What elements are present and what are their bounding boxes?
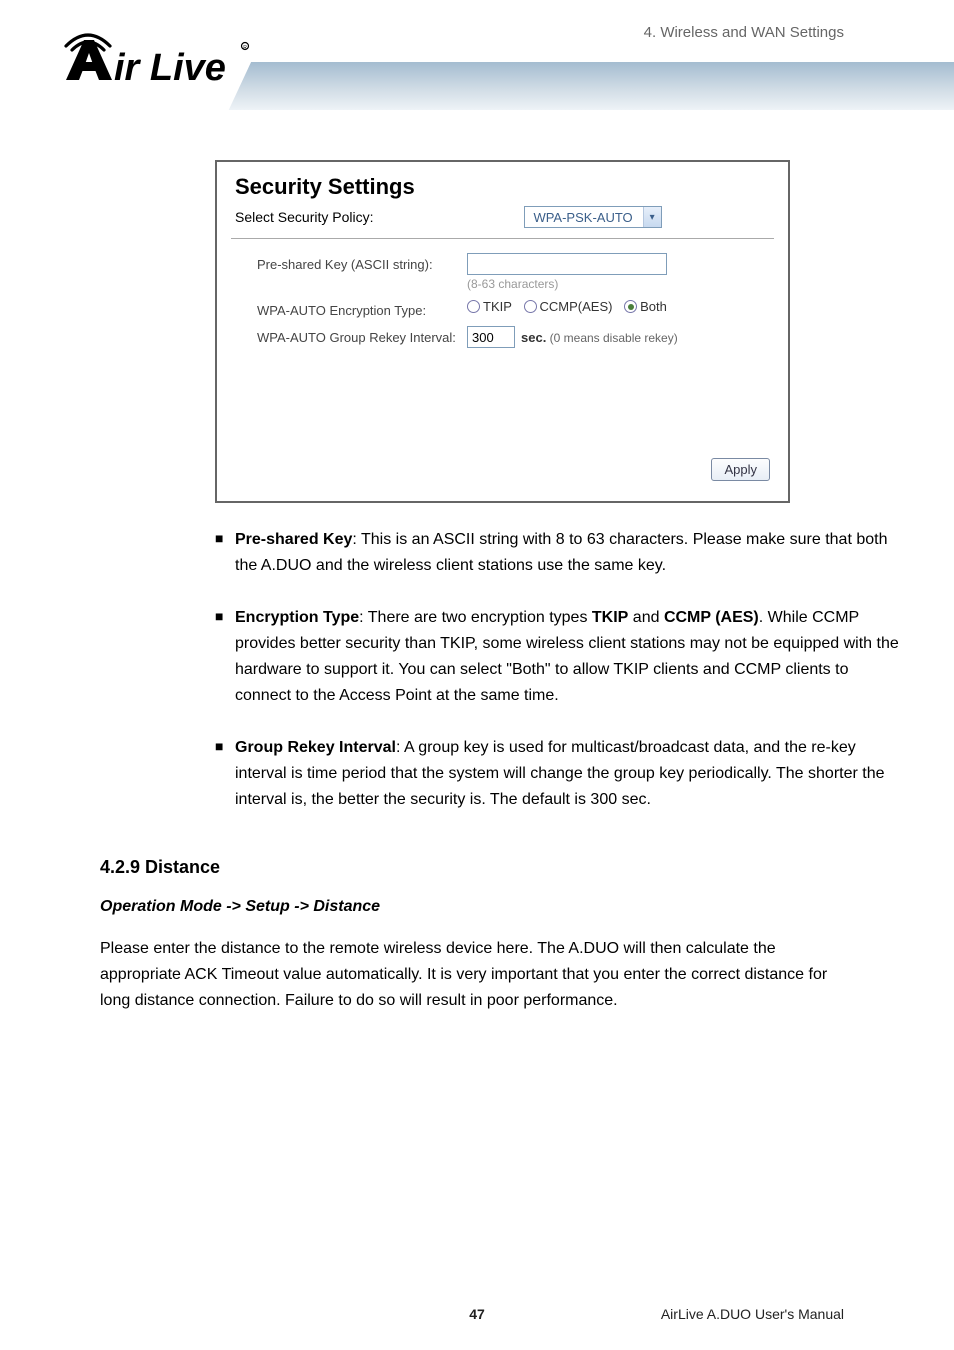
apply-button[interactable]: Apply bbox=[711, 458, 770, 481]
svg-text:ir Live: ir Live bbox=[114, 47, 226, 89]
psk-input[interactable] bbox=[467, 253, 667, 275]
encryption-type-label: WPA-AUTO Encryption Type: bbox=[257, 299, 467, 318]
group-rekey-unit: sec. (0 means disable rekey) bbox=[521, 330, 678, 345]
radio-label: TKIP bbox=[483, 299, 512, 314]
manual-title: AirLive A.DUO User's Manual bbox=[599, 1306, 844, 1322]
group-rekey-input[interactable] bbox=[467, 326, 515, 348]
bullet-item: ■ Encryption Type: There are two encrypt… bbox=[215, 605, 905, 709]
bullet-icon: ■ bbox=[215, 527, 235, 579]
bullet-icon: ■ bbox=[215, 605, 235, 709]
header-section-label: 4. Wireless and WAN Settings bbox=[644, 24, 844, 41]
distance-paragraph: Please enter the distance to the remote … bbox=[100, 936, 854, 1014]
bullet-list: ■ Pre-shared Key: This is an ASCII strin… bbox=[215, 527, 905, 813]
panel-title: Security Settings bbox=[235, 174, 770, 200]
encryption-ccmp-radio[interactable]: CCMP(AES) bbox=[524, 299, 613, 314]
bullet-item: ■ Pre-shared Key: This is an ASCII strin… bbox=[215, 527, 905, 579]
psk-hint: (8-63 characters) bbox=[467, 277, 770, 291]
radio-label: CCMP(AES) bbox=[540, 299, 613, 314]
bullet-text: Pre-shared Key: This is an ASCII string … bbox=[235, 527, 905, 579]
section-heading-distance: 4.2.9 Distance bbox=[100, 857, 954, 878]
page-footer: 47 AirLive A.DUO User's Manual bbox=[0, 1306, 954, 1322]
page-header: 4. Wireless and WAN Settings ir Live R bbox=[0, 0, 954, 150]
bullet-text: Encryption Type: There are two encryptio… bbox=[235, 605, 905, 709]
svg-text:R: R bbox=[243, 45, 247, 51]
bullet-item: ■ Group Rekey Interval: A group key is u… bbox=[215, 735, 905, 813]
bullet-text: Group Rekey Interval: A group key is use… bbox=[235, 735, 905, 813]
group-rekey-label: WPA-AUTO Group Rekey Interval: bbox=[257, 326, 467, 345]
security-settings-panel: Security Settings Select Security Policy… bbox=[215, 160, 790, 503]
security-policy-value: WPA-PSK-AUTO bbox=[525, 210, 642, 225]
airlive-logo: ir Live R bbox=[60, 18, 250, 90]
encryption-both-radio[interactable]: Both bbox=[624, 299, 667, 314]
divider bbox=[231, 238, 774, 239]
bullet-icon: ■ bbox=[215, 735, 235, 813]
page-number: 47 bbox=[355, 1306, 600, 1322]
section-subheading-distance: Operation Mode -> Setup -> Distance bbox=[100, 898, 954, 916]
security-policy-select[interactable]: WPA-PSK-AUTO ▾ bbox=[524, 206, 661, 228]
radio-label: Both bbox=[640, 299, 667, 314]
security-policy-label: Select Security Policy: bbox=[235, 209, 440, 225]
chevron-down-icon: ▾ bbox=[643, 207, 661, 227]
encryption-tkip-radio[interactable]: TKIP bbox=[467, 299, 512, 314]
psk-label: Pre-shared Key (ASCII string): bbox=[257, 253, 467, 272]
